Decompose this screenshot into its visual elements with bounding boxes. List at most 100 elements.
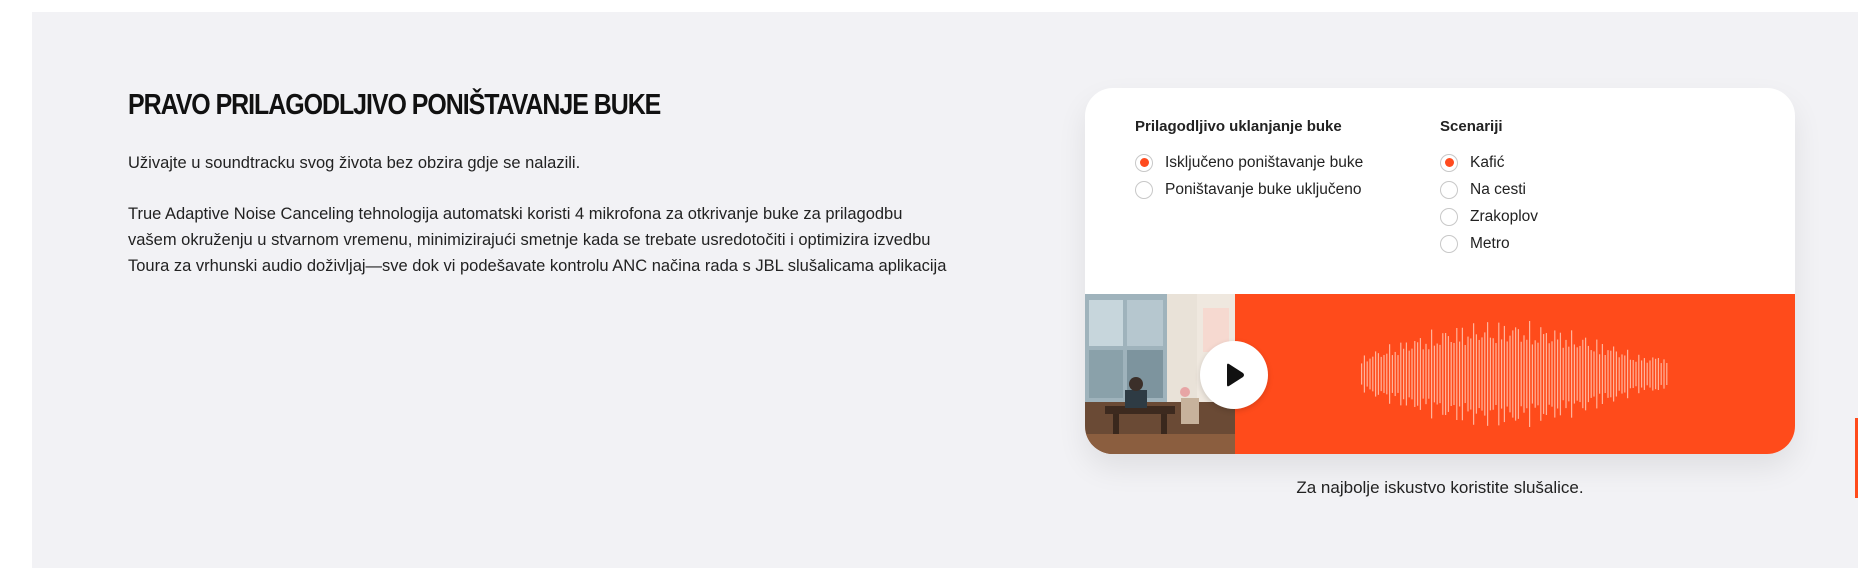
waveform-bar (1431, 329, 1433, 419)
noise-options-group: Prilagodljivo uklanjanje buke Isključeno… (1135, 118, 1363, 203)
waveform-bar (1557, 339, 1559, 409)
waveform-bar (1509, 335, 1511, 413)
radio-label: Metro (1470, 234, 1510, 252)
scenario-options-group: Scenariji Kafić Na cesti Zrakoplov Metro (1440, 118, 1538, 257)
radio-anc-off[interactable]: Isključeno poništavanje buke (1135, 149, 1363, 176)
waveform-bar (1428, 349, 1430, 399)
waveform-bar (1551, 341, 1553, 407)
waveform-bar (1562, 347, 1564, 401)
waveform-bar (1618, 357, 1620, 391)
waveform-bar (1369, 358, 1371, 390)
waveform-bar (1582, 339, 1584, 409)
waveform-bar (1607, 350, 1609, 398)
waveform-bar (1534, 340, 1536, 408)
waveform-bar (1459, 341, 1461, 407)
waveform-bar (1529, 320, 1531, 428)
radio-button[interactable] (1135, 153, 1153, 172)
waveform-bar (1629, 359, 1631, 389)
waveform-bar (1537, 342, 1539, 406)
waveform-bar (1599, 354, 1601, 394)
radio-button[interactable] (1440, 234, 1458, 253)
audio-player (1085, 294, 1795, 454)
waveform-bar (1439, 344, 1441, 404)
waveform-bar (1587, 345, 1589, 403)
waveform-bar (1473, 323, 1475, 425)
waveform-bar (1579, 345, 1581, 403)
waveform-bar (1492, 338, 1494, 410)
waveform-bar (1461, 327, 1463, 421)
waveform-bar (1632, 360, 1634, 388)
radio-scenario-metro[interactable]: Metro (1440, 230, 1538, 257)
radio-anc-on[interactable]: Poništavanje buke uključeno (1135, 176, 1363, 203)
radio-button[interactable] (1440, 180, 1458, 199)
waveform-bar (1366, 361, 1368, 387)
waveform-bar (1475, 334, 1477, 414)
waveform-bar (1655, 358, 1657, 390)
waveform-bar (1484, 332, 1486, 416)
section-title: PRAVO PRILAGODLJIVO PONIŠTAVANJE BUKE (128, 89, 661, 121)
radio-button[interactable] (1135, 180, 1153, 199)
play-button[interactable] (1200, 341, 1268, 409)
waveform-bar (1512, 330, 1514, 418)
waveform-bar (1652, 357, 1654, 391)
waveform-bar (1601, 344, 1603, 404)
headphones-caption: Za najbolje iskustvo koristite slušalice… (1296, 478, 1584, 497)
waveform-bar (1361, 363, 1363, 385)
waveform-bar (1383, 355, 1385, 393)
waveform-bar (1405, 342, 1407, 406)
waveform-bar (1571, 330, 1573, 418)
waveform-bar (1503, 325, 1505, 423)
waveform-bar (1568, 346, 1570, 402)
waveform-bar (1363, 355, 1365, 393)
waveform-bar (1643, 358, 1645, 390)
waveform-bar (1506, 341, 1508, 407)
waveform-bar (1386, 353, 1388, 395)
radio-button[interactable] (1440, 207, 1458, 226)
waveform-bar (1411, 348, 1413, 400)
waveform-bar (1657, 357, 1659, 391)
waveform-bar (1450, 342, 1452, 406)
waveform-bar (1478, 339, 1480, 409)
waveform-bar (1372, 356, 1374, 392)
waveform-bar (1621, 354, 1623, 394)
waveform-bar (1425, 343, 1427, 405)
noise-options-heading: Prilagodljivo uklanjanje buke (1135, 118, 1342, 135)
waveform-bar (1576, 347, 1578, 401)
waveform-bar (1433, 345, 1435, 403)
waveform-bar (1375, 351, 1377, 397)
waveform-bar (1445, 332, 1447, 416)
waveform-bar (1615, 351, 1617, 397)
radio-button[interactable] (1440, 153, 1458, 172)
waveform-bar (1666, 362, 1668, 386)
radio-label: Kafić (1470, 153, 1505, 171)
waveform-bar (1604, 354, 1606, 394)
noise-demo-card: Prilagodljivo uklanjanje buke Isključeno… (1085, 88, 1795, 454)
waveform-bar (1540, 327, 1542, 421)
waveform-bar (1526, 339, 1528, 409)
radio-scenario-street[interactable]: Na cesti (1440, 176, 1538, 203)
waveform-bar (1436, 343, 1438, 405)
waveform-bar (1545, 333, 1547, 415)
waveform-bar (1408, 350, 1410, 398)
scenario-options-heading: Scenariji (1440, 118, 1503, 135)
waveform-bar (1495, 343, 1497, 405)
waveform-bar (1456, 328, 1458, 420)
waveform-bar (1380, 356, 1382, 392)
play-icon (1227, 363, 1244, 387)
waveform-bar (1453, 342, 1455, 406)
waveform-bar (1489, 337, 1491, 411)
radio-scenario-airplane[interactable]: Zrakoplov (1440, 203, 1538, 230)
waveform-bar (1467, 336, 1469, 412)
waveform-bar (1517, 329, 1519, 419)
waveform-bar (1590, 350, 1592, 398)
waveform-bar (1422, 349, 1424, 399)
waveform-bar (1487, 322, 1489, 426)
waveform-bar (1543, 334, 1545, 414)
waveform-bar (1554, 330, 1556, 418)
radio-scenario-cafe[interactable]: Kafić (1440, 149, 1538, 176)
waveform-bar (1515, 327, 1517, 421)
radio-label: Na cesti (1470, 180, 1526, 198)
waveform-bar (1520, 341, 1522, 407)
waveform-bar (1593, 351, 1595, 397)
radio-label: Poništavanje buke uključeno (1165, 180, 1362, 198)
